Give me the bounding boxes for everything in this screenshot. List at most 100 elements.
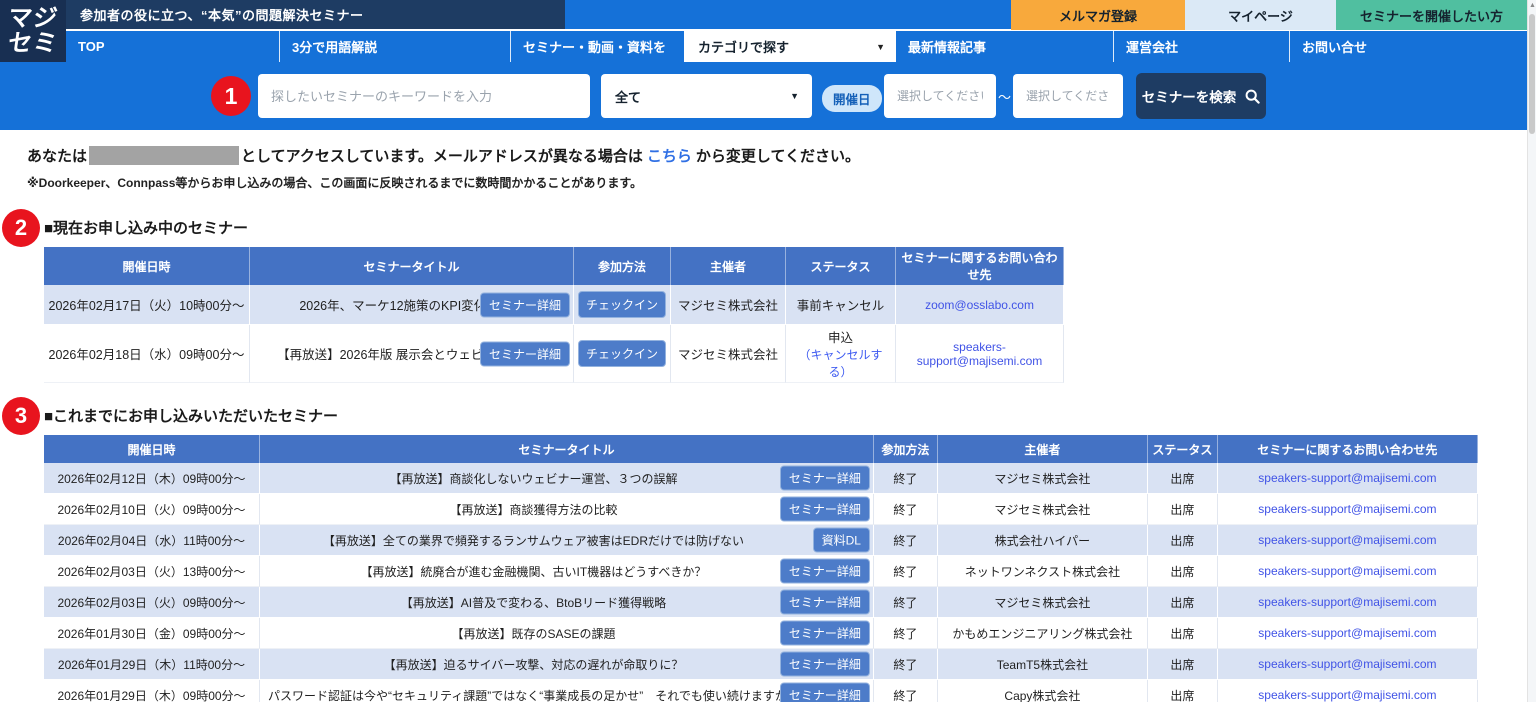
nav-category-select[interactable]: カテゴリで探す ▼: [684, 31, 896, 62]
seminar-detail-button[interactable]: セミナー詳細: [780, 652, 870, 677]
seminar-date: 2026年02月18日（水）09時00分～: [44, 325, 250, 383]
checkin-button[interactable]: チェックイン: [578, 291, 666, 318]
col-date: 開催日時: [44, 247, 250, 285]
seminar-detail-button[interactable]: セミナー詳細: [780, 559, 870, 584]
contact-email-link[interactable]: speakers-support@majisemi.com: [1258, 595, 1436, 609]
chevron-down-icon: ▼: [876, 42, 885, 52]
date-filter-label: 開催日: [822, 85, 882, 112]
nav-glossary[interactable]: 3分で用語解説: [280, 31, 511, 62]
nav-contact[interactable]: お問い合せ: [1290, 31, 1536, 62]
nav-top[interactable]: TOP: [66, 31, 280, 62]
seminar-date: 2026年02月17日（火）10時00分～: [44, 285, 250, 325]
current-seminars-table: 開催日時 セミナータイトル 参加方法 主催者 ステータス セミナーに関するお問い…: [44, 247, 1064, 383]
search-icon: [1245, 89, 1260, 104]
date-from-input[interactable]: [884, 74, 996, 118]
seminar-title: パスワード認証は今や“セキュリティ課題”ではなく“事業成長の足かせ” それでも使…: [268, 689, 799, 702]
date-range-separator: ～: [998, 87, 1011, 106]
category-filter-select[interactable]: 全て ▼: [601, 74, 812, 118]
table-row: 2026年02月03日（火）09時00分～ 【再放送】AI普及で変わる、BtoB…: [44, 587, 1478, 618]
table-row: 2026年02月17日（火）10時00分～ 2026年、マーケ12施策のKPI変…: [44, 285, 1064, 325]
seminar-search-button[interactable]: セミナーを検索: [1136, 73, 1266, 119]
seminar-title: 【再放送】全ての業界で頻発するランサムウェア被害はEDRだけでは防げない: [323, 534, 744, 548]
seminar-status: 出席: [1148, 525, 1218, 556]
nav-seminar-media[interactable]: セミナー・動画・資料を: [511, 31, 684, 62]
table-row: 2026年02月12日（木）09時00分～ 【再放送】商談化しないウェビナー運営…: [44, 463, 1478, 494]
seminar-detail-button[interactable]: セミナー詳細: [780, 466, 870, 491]
col-status: ステータス: [1148, 435, 1218, 463]
table-header-row: 開催日時 セミナータイトル 参加方法 主催者 ステータス セミナーに関するお問い…: [44, 435, 1478, 463]
contact-email-link[interactable]: zoom@osslabo.com: [925, 298, 1034, 312]
past-seminars-heading-text: ■これまでにお申し込みいただいたセミナー: [44, 408, 338, 425]
tagline-band: 参加者の役に立つ、“本気”の問題解決セミナー: [0, 0, 565, 29]
seminar-detail-button[interactable]: セミナー詳細: [780, 497, 870, 522]
seminar-detail-button[interactable]: セミナー詳細: [780, 590, 870, 615]
date-to-input[interactable]: [1013, 74, 1123, 118]
col-host: 主催者: [938, 435, 1148, 463]
mypage-button[interactable]: マイページ: [1185, 0, 1336, 30]
host-seminar-button[interactable]: セミナーを開催したい方: [1336, 0, 1527, 30]
seminar-method: 終了: [874, 556, 938, 587]
current-seminars-heading: 2 ■現在お申し込み中のセミナー: [44, 217, 248, 238]
seminar-date: 2026年01月30日（金）09時00分～: [44, 618, 260, 649]
current-seminars-heading-text: ■現在お申し込み中のセミナー: [44, 220, 248, 237]
contact-email-link[interactable]: speakers-support@majisemi.com: [1258, 471, 1436, 485]
col-title: セミナータイトル: [250, 247, 574, 285]
vertical-scrollbar[interactable]: ▲: [1527, 0, 1536, 702]
col-method: 参加方法: [874, 435, 938, 463]
page: 参加者の役に立つ、“本気”の問題解決セミナー メルマガ登録 マイページ セミナー…: [0, 0, 1536, 702]
seminar-detail-button[interactable]: セミナー詳細: [480, 292, 570, 317]
annotation-badge-3: 3: [2, 397, 40, 435]
annotation-badge-2: 2: [2, 209, 40, 247]
cancel-link[interactable]: （キャンセルする）: [790, 346, 891, 380]
seminar-date: 2026年02月12日（木）09時00分～: [44, 463, 260, 494]
seminar-date: 2026年02月04日（水）11時00分～: [44, 525, 260, 556]
seminar-date: 2026年02月03日（火）13時00分～: [44, 556, 260, 587]
seminar-method: 終了: [874, 618, 938, 649]
seminar-search-bar: 1 全て ▼ 開催日 ～ セミナーを検索: [0, 62, 1536, 130]
seminar-host: マジセミ株式会社: [671, 325, 786, 383]
scrollbar-thumb[interactable]: [1529, 14, 1535, 134]
seminar-method: 終了: [874, 494, 938, 525]
seminar-date: 2026年01月29日（木）09時00分～: [44, 680, 260, 702]
seminar-status: 申込: [828, 331, 853, 345]
seminar-detail-button[interactable]: セミナー詳細: [480, 341, 570, 366]
seminar-method: 終了: [874, 649, 938, 680]
document-download-button[interactable]: 資料DL: [813, 528, 870, 553]
seminar-host: マジセミ株式会社: [671, 285, 786, 325]
contact-email-link[interactable]: speakers-support@majisemi.com: [1258, 657, 1436, 671]
main-content: あなたはとしてアクセスしています。メールアドレスが異なる場合はこちらから変更して…: [0, 130, 1536, 702]
keyword-search-input[interactable]: [258, 74, 590, 118]
nav-company[interactable]: 運営会社: [1114, 31, 1290, 62]
contact-email-link[interactable]: speakers-support@majisemi.com: [1258, 533, 1436, 547]
doorkeeper-caution: ※Doorkeeper、Connpass等からお申し込みの場合、この画面に反映さ…: [27, 174, 1536, 191]
seminar-detail-button[interactable]: セミナー詳細: [780, 683, 870, 702]
mailmag-button[interactable]: メルマガ登録: [1011, 0, 1185, 30]
contact-email-link[interactable]: speakers-support@majisemi.com: [1258, 564, 1436, 578]
seminar-title: 【再放送】AI普及で変わる、BtoBリード獲得戦略: [401, 596, 666, 610]
contact-email-link[interactable]: speakers-support@majisemi.com: [1258, 626, 1436, 640]
site-tagline: 参加者の役に立つ、“本気”の問題解決セミナー: [80, 5, 363, 24]
contact-email-link[interactable]: speakers-support@majisemi.com: [1258, 502, 1436, 516]
seminar-host: かもめエンジニアリング株式会社: [938, 618, 1148, 649]
seminar-date: 2026年01月29日（木）11時00分～: [44, 649, 260, 680]
table-row: 2026年01月30日（金）09時00分～ 【再放送】既存のSASEの課題セミナ…: [44, 618, 1478, 649]
topbar-filler: [565, 0, 1011, 29]
seminar-status: 出席: [1148, 587, 1218, 618]
table-row: 2026年01月29日（木）11時00分～ 【再放送】迫るサイバー攻撃、対応の遅…: [44, 649, 1478, 680]
table-header-row: 開催日時 セミナータイトル 参加方法 主催者 ステータス セミナーに関するお問い…: [44, 247, 1064, 285]
notice-suffix: から変更してください。: [696, 148, 860, 165]
change-email-link[interactable]: こちら: [647, 148, 692, 165]
access-notice: あなたはとしてアクセスしています。メールアドレスが異なる場合はこちらから変更して…: [27, 145, 1536, 166]
masked-email: [89, 146, 239, 165]
seminar-detail-button[interactable]: セミナー詳細: [780, 621, 870, 646]
logo-line-1: マジ: [6, 6, 60, 31]
scroll-up-icon[interactable]: ▲: [1529, 2, 1536, 9]
contact-email-link[interactable]: speakers-support@majisemi.com: [1258, 688, 1436, 702]
col-method: 参加方法: [574, 247, 671, 285]
seminar-host: ネットワンネクスト株式会社: [938, 556, 1148, 587]
nav-news[interactable]: 最新情報記事: [896, 31, 1114, 62]
checkin-button[interactable]: チェックイン: [578, 340, 666, 367]
table-row: 2026年02月10日（火）09時00分～ 【再放送】商談獲得方法の比較セミナー…: [44, 494, 1478, 525]
contact-email-link[interactable]: speakers-support@majisemi.com: [917, 340, 1043, 368]
site-logo[interactable]: マジ セミ: [0, 0, 66, 62]
